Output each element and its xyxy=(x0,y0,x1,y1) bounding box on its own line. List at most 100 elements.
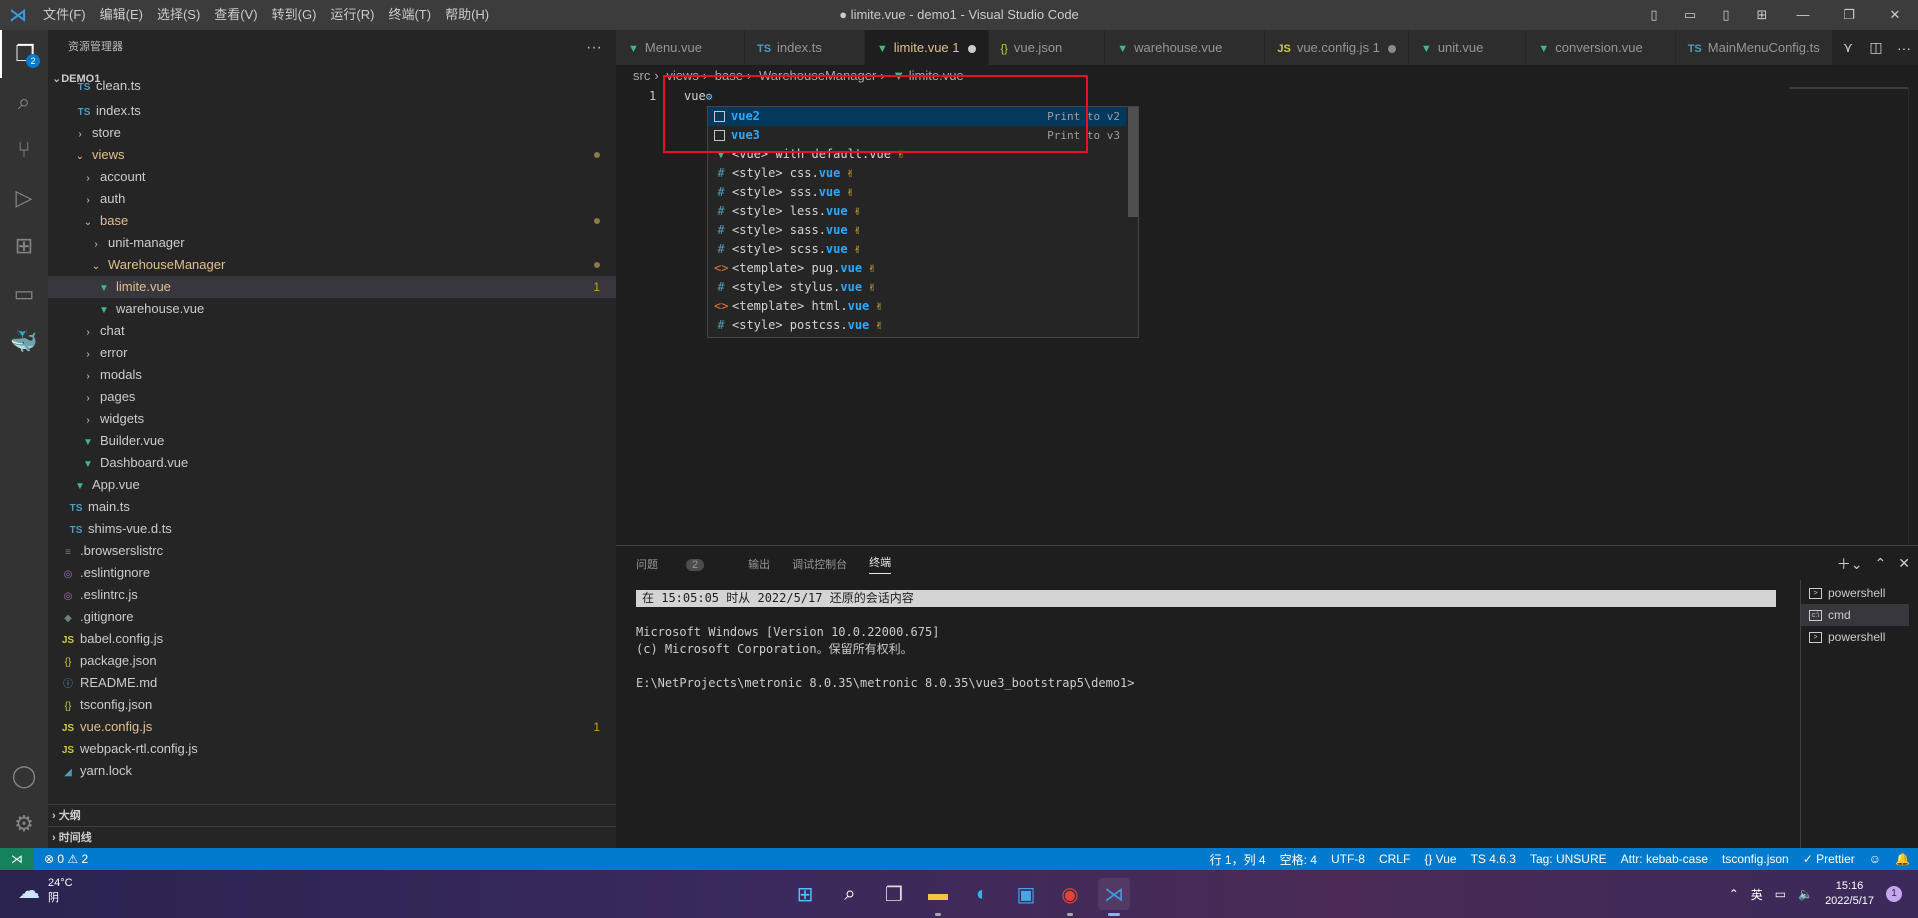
unsaved-dot-icon[interactable] xyxy=(967,44,976,53)
tab-conversion-vue[interactable]: ▼ conversion.vue xyxy=(1526,30,1676,65)
chevron-up-icon[interactable]: ⌃ xyxy=(1875,555,1887,572)
tree-folder[interactable]: ⌄ base xyxy=(48,210,616,232)
tree-item[interactable]: ≡ .browserslistrc xyxy=(48,540,616,562)
menu-file[interactable]: 文件(F) xyxy=(36,0,93,30)
network-icon[interactable]: ▭ xyxy=(1775,887,1786,901)
explorer-icon[interactable]: ❐ xyxy=(0,30,48,78)
suggest-item[interactable]: # <style> less.vue ✌ xyxy=(708,202,1126,221)
settings-gear-icon[interactable]: ⚙ xyxy=(0,800,48,848)
tree-folder[interactable]: ⌄ WarehouseManager xyxy=(48,254,616,276)
customize-layout-icon[interactable]: ⊞ xyxy=(1744,0,1780,30)
maximize-button[interactable]: ❐ xyxy=(1826,0,1872,30)
menu-edit[interactable]: 编辑(E) xyxy=(93,0,150,30)
close-button[interactable]: ✕ xyxy=(1872,0,1918,30)
tree-item[interactable]: {} tsconfig.json xyxy=(48,694,616,716)
tree-item[interactable]: ▼ App.vue xyxy=(48,474,616,496)
tree-folder[interactable]: ⌄ views xyxy=(48,144,616,166)
source-control-icon[interactable]: ⑂ xyxy=(0,126,48,174)
tree-folder[interactable]: › auth xyxy=(48,188,616,210)
store-icon[interactable]: ▣ xyxy=(1010,878,1042,910)
menu-selection[interactable]: 选择(S) xyxy=(150,0,207,30)
suggest-item[interactable]: <> <template> html.vue ✌ xyxy=(708,297,1126,316)
clock[interactable]: 15:16 2022/5/17 xyxy=(1825,879,1874,909)
search-icon[interactable]: ⌕ xyxy=(834,878,866,910)
tab-vue-config-js[interactable]: JS vue.config.js 1 xyxy=(1265,30,1409,65)
suggest-item[interactable]: # <style> sss.vue ✌ xyxy=(708,183,1126,202)
tab-debug-console[interactable]: 调试控制台 xyxy=(792,556,847,572)
outline-section[interactable]: › 大纲 xyxy=(48,804,616,826)
ts-version[interactable]: TS 4.6.3 xyxy=(1471,852,1516,866)
remote-explorer-icon[interactable]: ▭ xyxy=(0,270,48,318)
tree-item[interactable]: ◆ .gitignore xyxy=(48,606,616,628)
prettier-status[interactable]: ✓ Prettier xyxy=(1803,852,1855,866)
tree-item[interactable]: TS main.ts xyxy=(48,496,616,518)
volume-icon[interactable]: 🔈 xyxy=(1798,887,1813,901)
suggest-scrollbar[interactable] xyxy=(1128,107,1138,217)
terminal-item-powershell[interactable]: > powershell xyxy=(1809,582,1885,604)
suggest-item[interactable]: # <style> scss.vue ✌ xyxy=(708,240,1126,259)
notification-badge[interactable]: 1 xyxy=(1886,886,1902,902)
remote-icon[interactable]: ⋊ xyxy=(0,848,34,870)
tree-item-selected[interactable]: ▼ limite.vue 1 xyxy=(48,276,616,298)
tag-casing[interactable]: Tag: UNSURE xyxy=(1530,852,1607,866)
breadcrumb-item[interactable]: src xyxy=(633,68,650,83)
end-of-line[interactable]: CRLF xyxy=(1379,852,1410,866)
tree-folder[interactable]: › pages xyxy=(48,386,616,408)
tree-item[interactable]: JS vue.config.js 1 xyxy=(48,716,616,738)
menu-go[interactable]: 转到(G) xyxy=(265,0,324,30)
suggest-item[interactable]: # <style> postcss.vue ✌ xyxy=(708,316,1126,335)
task-view-icon[interactable]: ❐ xyxy=(878,878,910,910)
tree-folder[interactable]: › account xyxy=(48,166,616,188)
chevron-up-icon[interactable]: ⌃ xyxy=(1729,887,1739,901)
tree-folder[interactable]: › chat xyxy=(48,320,616,342)
vue-preview-icon[interactable]: ⋎ xyxy=(1834,39,1862,56)
tab-limite-vue[interactable]: ▼ limite.vue 1 xyxy=(864,30,989,65)
weather-widget[interactable]: ☁ 24°C 阴 xyxy=(18,876,73,906)
start-icon[interactable]: ⊞ xyxy=(789,878,821,910)
tab-output[interactable]: 输出 xyxy=(748,556,770,572)
account-icon[interactable]: ◯ xyxy=(0,752,48,800)
problems-status[interactable]: ⊗ 0 ⚠ 2 xyxy=(44,852,88,866)
tree-folder[interactable]: › modals xyxy=(48,364,616,386)
tab-warehouse-vue[interactable]: ▼ warehouse.vue xyxy=(1105,30,1266,65)
tab-vue-json[interactable]: {} vue.json xyxy=(988,30,1106,65)
tree-folder[interactable]: › widgets xyxy=(48,408,616,430)
docker-icon[interactable]: 🐳 xyxy=(0,318,48,366)
cursor-position[interactable]: 行 1，列 4 xyxy=(1210,851,1266,868)
tree-item[interactable]: ◎ .eslintrc.js xyxy=(48,584,616,606)
tree-item[interactable]: JS babel.config.js xyxy=(48,628,616,650)
tree-item[interactable]: ▼ Dashboard.vue xyxy=(48,452,616,474)
tree-item[interactable]: TS clean.ts xyxy=(48,80,616,92)
terminal-item-cmd[interactable]: c:\ cmd xyxy=(1801,604,1909,626)
run-debug-icon[interactable]: ▷ xyxy=(0,174,48,222)
extensions-icon[interactable]: ⊞ xyxy=(0,222,48,270)
suggest-item[interactable]: # <style> css.vue ✌ xyxy=(708,164,1126,183)
tab-terminal[interactable]: 终端 xyxy=(869,554,892,574)
tree-item[interactable]: ◢ yarn.lock xyxy=(48,760,616,782)
vscode-taskbar-icon[interactable]: ⋊ xyxy=(1098,878,1130,916)
chrome-icon[interactable]: ◉ xyxy=(1054,878,1086,916)
menu-view[interactable]: 查看(V) xyxy=(207,0,264,30)
menu-run[interactable]: 运行(R) xyxy=(323,0,381,30)
toggle-panel-icon[interactable]: ▭ xyxy=(1672,0,1708,30)
more-actions-icon[interactable]: ··· xyxy=(1890,40,1918,56)
close-icon[interactable]: ✕ xyxy=(1898,555,1910,572)
encoding[interactable]: UTF-8 xyxy=(1331,852,1365,866)
minimap[interactable] xyxy=(1790,87,1910,89)
indentation[interactable]: 空格: 4 xyxy=(1280,851,1317,868)
tab-index-ts[interactable]: TS index.ts xyxy=(744,30,865,65)
tab-menu-vue[interactable]: ▼ Menu.vue xyxy=(616,30,745,65)
minimize-button[interactable]: — xyxy=(1780,0,1826,30)
terminal-output[interactable]: 在 15:05:05 时从 2022/5/17 还原的会话内容 Microsof… xyxy=(636,590,1776,692)
suggest-item[interactable]: <> <template> pug.vue ✌ xyxy=(708,259,1126,278)
tab-problems[interactable]: 问题 2 xyxy=(636,556,726,572)
search-icon[interactable]: ⌕ xyxy=(0,78,48,126)
bell-icon[interactable]: 🔔 xyxy=(1895,852,1910,866)
tree-item[interactable]: TS index.ts xyxy=(48,100,616,122)
tab-mainmenuconfig-ts[interactable]: TS MainMenuConfig.ts xyxy=(1675,30,1833,65)
tree-item[interactable]: {} package.json xyxy=(48,650,616,672)
attr-casing[interactable]: Attr: kebab-case xyxy=(1621,852,1708,866)
tab-unit-vue[interactable]: ▼ unit.vue xyxy=(1408,30,1527,65)
tree-item[interactable]: ⓘ README.md xyxy=(48,672,616,694)
timeline-section[interactable]: › 时间线 xyxy=(48,826,616,848)
